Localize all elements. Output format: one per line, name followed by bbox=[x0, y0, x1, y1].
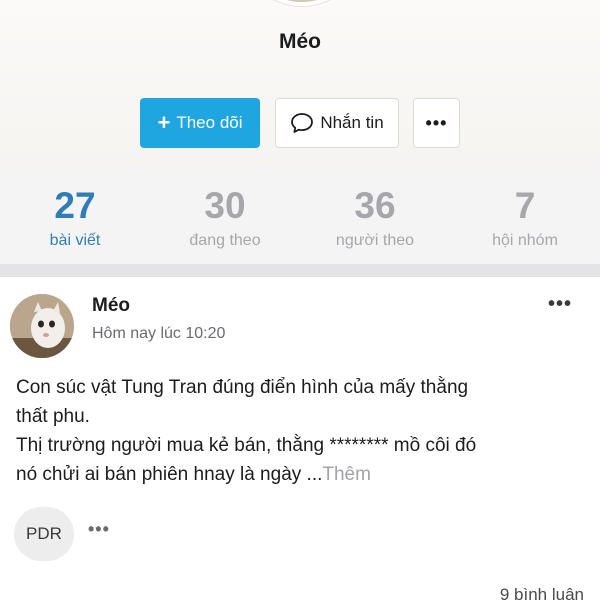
section-divider bbox=[0, 264, 600, 277]
comments-count-link[interactable]: 9 bình luận bbox=[500, 585, 584, 600]
profile-name: Méo bbox=[279, 30, 321, 53]
post-more-options-icon[interactable]: ••• bbox=[548, 293, 572, 316]
see-more-link[interactable]: Thêm bbox=[322, 464, 371, 485]
stat-followers-label: người theo bbox=[335, 232, 415, 249]
follow-button[interactable]: + Theo dõi bbox=[140, 98, 260, 148]
stat-followers-value: 36 bbox=[354, 185, 396, 226]
profile-stats: 27 bài viết 30 đang theo 36 người theo 7… bbox=[0, 166, 600, 264]
stat-groups-value: 7 bbox=[514, 185, 536, 226]
stat-posts-label: bài viết bbox=[49, 232, 101, 249]
stat-followers[interactable]: 36 người theo bbox=[300, 166, 450, 264]
stat-posts[interactable]: 27 bài viết bbox=[0, 166, 150, 264]
stock-tag-chip[interactable]: PDR bbox=[14, 507, 74, 561]
stat-posts-value: 27 bbox=[54, 185, 96, 226]
stat-groups-label: hội nhóm bbox=[492, 232, 558, 249]
post-body-line: thất phu. bbox=[16, 406, 90, 427]
message-button[interactable]: Nhắn tin bbox=[275, 98, 399, 148]
chat-bubble-icon bbox=[291, 113, 314, 133]
post-body-last-line: nó chửi ai bán phiên hnay là ngày ...Thê… bbox=[16, 460, 586, 489]
message-button-label: Nhắn tin bbox=[320, 113, 384, 132]
profile-avatar[interactable] bbox=[240, 0, 364, 6]
stat-following-label: đang theo bbox=[189, 232, 261, 249]
follow-button-label: Theo dõi bbox=[176, 113, 243, 132]
stat-following[interactable]: 30 đang theo bbox=[150, 166, 300, 264]
post-author-name[interactable]: Méo bbox=[92, 295, 130, 317]
post-author-avatar[interactable] bbox=[10, 294, 74, 358]
post-timestamp: Hôm nay lúc 10:20 bbox=[92, 325, 226, 342]
stat-following-value: 30 bbox=[204, 185, 246, 226]
tags-more-icon[interactable]: ••• bbox=[88, 519, 110, 540]
post-card: Méo Hôm nay lúc 10:20 ••• Con súc vật Tu… bbox=[0, 277, 600, 600]
post-body-line: Con súc vật Tung Tran đúng điển hình của… bbox=[16, 377, 469, 398]
post-body-line: Thị trường người mua kẻ bán, thằng *****… bbox=[16, 435, 477, 456]
cat-avatar-image bbox=[10, 294, 74, 358]
post-body: Con súc vật Tung Tran đúng điển hình của… bbox=[16, 373, 586, 489]
more-dots-icon: ••• bbox=[425, 112, 448, 133]
stat-groups[interactable]: 7 hội nhóm bbox=[450, 166, 600, 264]
plus-icon: + bbox=[157, 110, 171, 135]
post-body-line: nó chửi ai bán phiên hnay là ngày ... bbox=[16, 464, 323, 485]
more-options-button[interactable]: ••• bbox=[413, 98, 460, 148]
profile-header: Méo + Theo dõi Nhắn tin ••• bbox=[0, 0, 600, 166]
